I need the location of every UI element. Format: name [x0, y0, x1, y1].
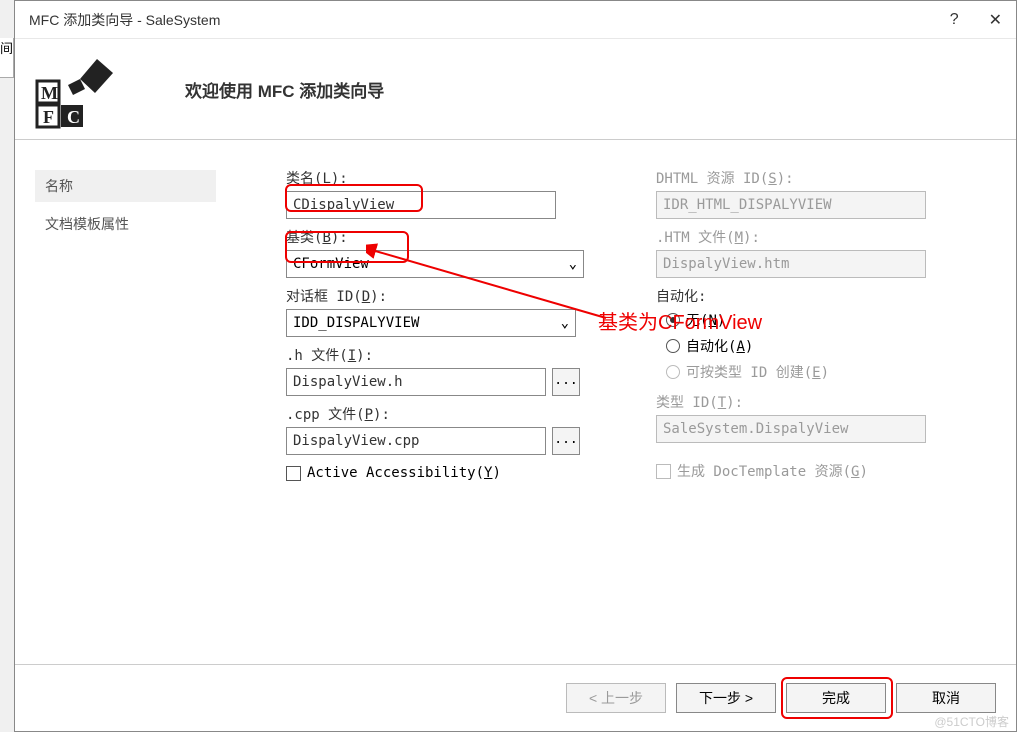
svg-text:F: F [43, 107, 54, 127]
next-button[interactable]: 下一步 > [676, 683, 776, 713]
h-file-input[interactable] [286, 368, 546, 396]
cancel-button[interactable]: 取消 [896, 683, 996, 713]
h-file-browse-button[interactable]: ... [552, 368, 580, 396]
automation-label: 自动化: [656, 286, 996, 306]
finish-button[interactable]: 完成 [786, 683, 886, 713]
sidebar: 名称 文档模板属性 [15, 140, 236, 664]
window-title: MFC 添加类向导 - SaleSystem [29, 10, 950, 30]
svg-text:C: C [67, 107, 80, 127]
prev-button: < 上一步 [566, 683, 666, 713]
base-class-value: CFormView [293, 256, 369, 272]
radio-icon [666, 313, 680, 327]
type-id-label: 类型 ID(T): [656, 392, 996, 412]
radio-automation[interactable]: 自动化(A) [666, 336, 996, 356]
chevron-down-icon: ⌄ [561, 315, 569, 331]
left-column: 类名(L): 基类(B): CFormView ⌄ 对话框 ID(D): IDD… [286, 168, 606, 654]
dhtml-res-input [656, 191, 926, 219]
type-id-input [656, 415, 926, 443]
dhtml-res-label: DHTML 资源 ID(S): [656, 168, 996, 188]
htm-file-input [656, 250, 926, 278]
radio-typeid-label: 可按类型 ID 创建(E) [686, 362, 829, 382]
radio-icon [666, 339, 680, 353]
cpp-file-label: .cpp 文件(P): [286, 404, 606, 424]
left-handle: 间 [0, 38, 14, 78]
content: 类名(L): 基类(B): CFormView ⌄ 对话框 ID(D): IDD… [236, 140, 1016, 664]
checkbox-icon [656, 464, 671, 479]
class-name-label: 类名(L): [286, 168, 606, 188]
header: M F C 欢迎使用 MFC 添加类向导 [15, 39, 1016, 139]
base-class-label: 基类(B): [286, 227, 606, 247]
close-icon[interactable]: ✕ [989, 10, 1002, 30]
help-icon[interactable]: ? [950, 11, 959, 29]
radio-typeid: 可按类型 ID 创建(E) [666, 362, 996, 382]
body: 名称 文档模板属性 类名(L): 基类(B): CFormView ⌄ 对话框 … [15, 139, 1016, 665]
sidebar-item-doctemplate[interactable]: 文档模板属性 [35, 208, 216, 240]
checkbox-icon [286, 466, 301, 481]
dialog-id-value: IDD_DISPALYVIEW [293, 315, 419, 331]
mfc-logo: M F C [35, 49, 125, 129]
base-class-combo[interactable]: CFormView ⌄ [286, 250, 584, 278]
chevron-down-icon: ⌄ [569, 256, 577, 272]
cpp-file-browse-button[interactable]: ... [552, 427, 580, 455]
accessibility-label: Active Accessibility(Y) [307, 465, 501, 481]
radio-automation-label: 自动化(A) [686, 336, 753, 356]
radio-none-label: 无(N) [686, 310, 725, 330]
gen-doctemplate-checkbox: 生成 DocTemplate 资源(G) [656, 461, 996, 481]
radio-none[interactable]: 无(N) [666, 310, 996, 330]
gen-doctemplate-label: 生成 DocTemplate 资源(G) [677, 461, 868, 481]
dialog-id-combo[interactable]: IDD_DISPALYVIEW ⌄ [286, 309, 576, 337]
titlebar: MFC 添加类向导 - SaleSystem ? ✕ [15, 1, 1016, 39]
radio-icon [666, 365, 680, 379]
right-column: DHTML 资源 ID(S): .HTM 文件(M): 自动化: 无(N) [656, 168, 996, 654]
dialog-window: MFC 添加类向导 - SaleSystem ? ✕ M F C 欢迎使用 MF… [14, 0, 1017, 732]
watermark: @51CTO博客 [934, 713, 1009, 730]
footer: < 上一步 下一步 > 完成 取消 [15, 665, 1016, 731]
cpp-file-input[interactable] [286, 427, 546, 455]
dialog-id-label: 对话框 ID(D): [286, 286, 606, 306]
class-name-input[interactable] [286, 191, 556, 219]
accessibility-checkbox[interactable]: Active Accessibility(Y) [286, 465, 606, 481]
htm-file-label: .HTM 文件(M): [656, 227, 996, 247]
sidebar-item-name[interactable]: 名称 [35, 170, 216, 202]
h-file-label: .h 文件(I): [286, 345, 606, 365]
welcome-title: 欢迎使用 MFC 添加类向导 [185, 77, 384, 102]
svg-text:M: M [41, 83, 58, 103]
